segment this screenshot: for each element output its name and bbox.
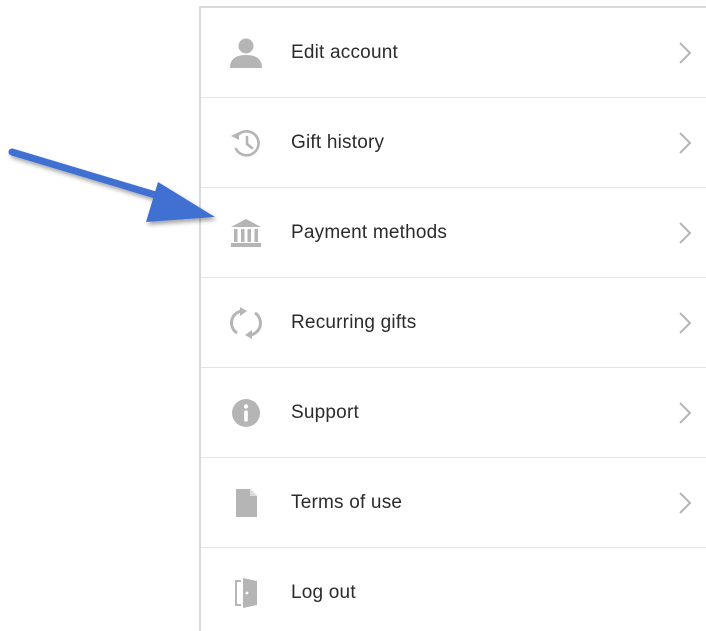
page: Edit account Gift history Payment method… [0,0,706,631]
menu-item-terms-of-use[interactable]: Terms of use [201,458,706,548]
menu-item-label: Log out [291,582,356,603]
menu-item-label: Payment methods [291,221,448,243]
chevron-right-icon [679,131,692,154]
menu-item-gift-history[interactable]: Gift history [201,98,706,188]
person-icon [229,36,263,70]
document-icon [229,486,263,520]
chevron-right-icon [679,221,692,244]
menu-item-log-out[interactable]: Log out [201,548,706,631]
settings-menu-panel: Edit account Gift history Payment method… [199,6,706,631]
chevron-right-icon [679,41,692,64]
menu-item-label: Edit account [291,41,398,63]
bank-icon [229,216,263,250]
menu-item-payment-methods[interactable]: Payment methods [201,188,706,278]
menu-item-label: Gift history [291,131,385,153]
history-icon [229,126,263,160]
chevron-right-icon [679,401,692,424]
info-icon [229,396,263,430]
refresh-icon [229,306,263,340]
menu-item-support[interactable]: Support [201,368,706,458]
menu-item-edit-account[interactable]: Edit account [201,8,706,98]
door-icon [229,576,263,610]
menu-item-label: Support [291,401,359,423]
menu-item-label: Recurring gifts [291,311,417,333]
menu-item-recurring-gifts[interactable]: Recurring gifts [201,278,706,368]
chevron-right-icon [679,491,692,514]
chevron-right-icon [679,311,692,334]
menu-item-label: Terms of use [291,491,403,513]
